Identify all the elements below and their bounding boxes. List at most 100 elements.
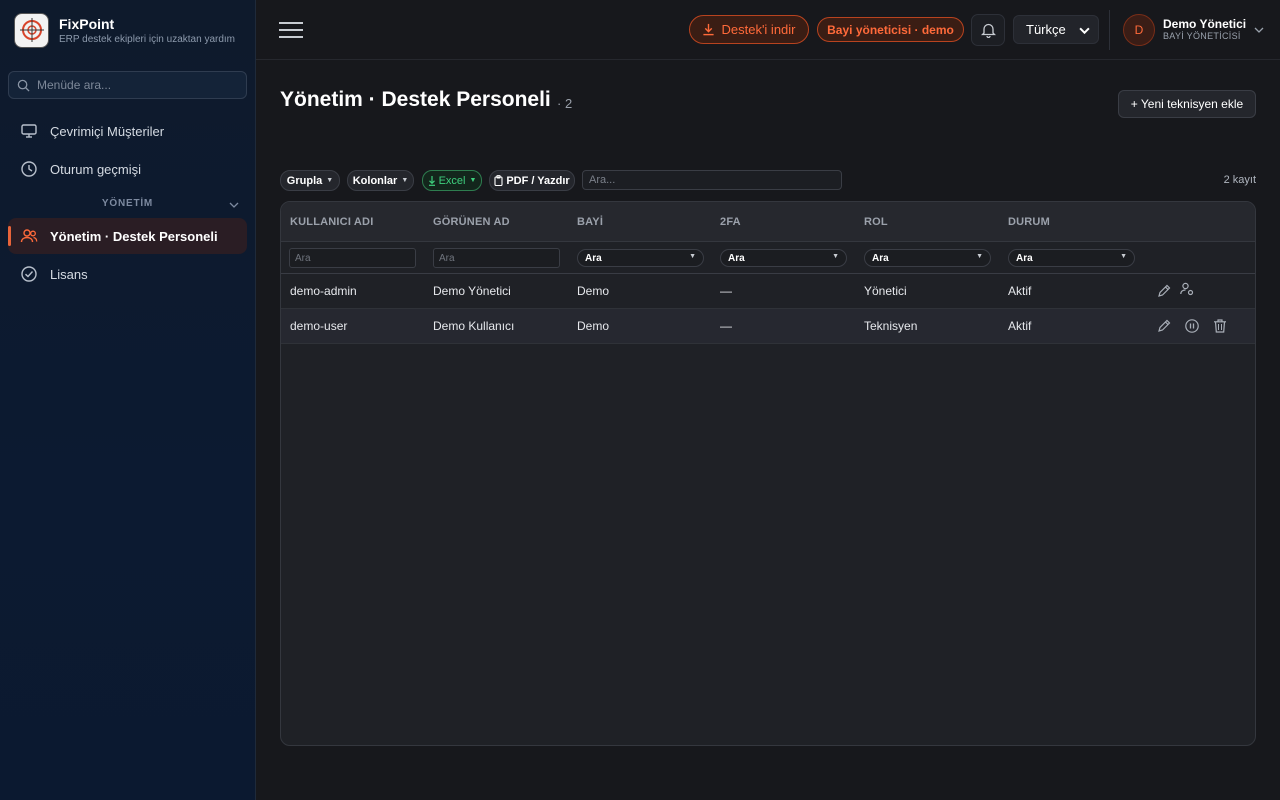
caret-down-icon: ▼ bbox=[1120, 253, 1127, 260]
cell-2fa: — bbox=[720, 319, 732, 333]
caret-down-icon: ▼ bbox=[689, 253, 696, 260]
column-header-display-name[interactable]: GÖRÜNEN AD bbox=[433, 216, 510, 228]
user-settings-icon[interactable] bbox=[1179, 281, 1195, 297]
filter-dealer-select[interactable]: Ara ▼ bbox=[577, 249, 704, 267]
caret-down-icon: ▼ bbox=[401, 177, 409, 184]
cell-dealer: Demo bbox=[577, 319, 610, 333]
caret-down-icon: ▼ bbox=[326, 177, 334, 184]
page-title: Yönetim · Destek Personeli bbox=[280, 88, 551, 111]
user-name: Demo Yönetici bbox=[1163, 17, 1247, 31]
filter-2fa-select[interactable]: Ara ▼ bbox=[720, 249, 847, 267]
menu-search[interactable] bbox=[8, 71, 247, 99]
section-label: YÖNETİM bbox=[101, 198, 154, 209]
role-badge-label: Bayi yöneticisi · demo bbox=[827, 22, 954, 37]
sidebar-item-license[interactable]: Lisans bbox=[8, 256, 247, 292]
sidebar-section-admin[interactable]: YÖNETİM bbox=[8, 198, 247, 214]
clipboard-icon bbox=[494, 175, 503, 186]
group-button[interactable]: Grupla ▼ bbox=[280, 170, 340, 191]
select-label: Ara bbox=[1016, 252, 1033, 264]
edit-icon[interactable] bbox=[1156, 283, 1172, 299]
cell-display-name: Demo Kullanıcı bbox=[433, 319, 515, 333]
filter-username-input[interactable] bbox=[289, 248, 416, 268]
pause-circle-icon[interactable] bbox=[1184, 318, 1200, 334]
table-search-input[interactable] bbox=[582, 170, 842, 190]
filter-row: Ara ▼ Ara ▼ Ara ▼ Ara ▼ bbox=[281, 242, 1255, 274]
download-label: Destek'i indir bbox=[721, 22, 796, 37]
table-header: KULLANICI ADI GÖRÜNEN AD BAYİ 2FA ROL DU… bbox=[281, 202, 1255, 242]
record-count: 2 kayıt bbox=[1223, 174, 1256, 186]
column-header-2fa[interactable]: 2FA bbox=[720, 216, 741, 228]
caret-down-icon: ▼ bbox=[469, 177, 477, 184]
chevron-down-icon bbox=[1254, 25, 1264, 35]
avatar: D bbox=[1123, 14, 1155, 46]
columns-button[interactable]: Kolonlar ▼ bbox=[347, 170, 414, 191]
divider bbox=[1109, 10, 1110, 50]
column-header-dealer[interactable]: BAYİ bbox=[577, 216, 603, 228]
cell-status: Aktif bbox=[1008, 319, 1032, 333]
brand-name: FixPoint bbox=[59, 16, 115, 32]
columns-label: Kolonlar bbox=[352, 174, 398, 187]
trash-icon[interactable] bbox=[1212, 318, 1228, 334]
sidebar: FixPoint ERP destek ekipleri için uzakta… bbox=[0, 0, 256, 800]
filter-status-select[interactable]: Ara ▼ bbox=[1008, 249, 1135, 267]
cell-username: demo-admin bbox=[290, 284, 357, 298]
user-role: BAYİ YÖNETİCİSİ bbox=[1163, 31, 1241, 41]
edit-icon[interactable] bbox=[1156, 318, 1172, 334]
select-label: Ara bbox=[872, 252, 889, 264]
chevron-down-icon bbox=[1079, 25, 1090, 36]
brand-subtitle: ERP destek ekipleri için uzaktan yardım bbox=[59, 34, 236, 45]
check-circle-icon bbox=[20, 265, 38, 283]
excel-label: Excel bbox=[438, 174, 466, 187]
dealer-role-badge: Bayi yöneticisi · demo bbox=[817, 17, 964, 42]
cell-status: Aktif bbox=[1008, 284, 1032, 298]
sidebar-item-session-history[interactable]: Oturum geçmişi bbox=[8, 151, 247, 187]
filter-role-select[interactable]: Ara ▼ bbox=[864, 249, 991, 267]
topbar: Destek'i indir Bayi yöneticisi · demo Tü… bbox=[256, 0, 1280, 60]
chevron-down-icon bbox=[229, 200, 239, 210]
users-icon bbox=[20, 227, 38, 245]
cell-role: Yönetici bbox=[864, 284, 907, 298]
cell-display-name: Demo Yönetici bbox=[433, 284, 511, 298]
pdf-label: PDF / Yazdır bbox=[506, 174, 570, 187]
sidebar-item-label: Yönetim · Destek Personeli bbox=[50, 228, 218, 244]
caret-down-icon: ▼ bbox=[832, 253, 839, 260]
sidebar-item-label: Oturum geçmişi bbox=[50, 161, 142, 177]
language-select[interactable]: Türkçe bbox=[1013, 15, 1099, 44]
sidebar-item-online-customers[interactable]: Çevrimiçi Müşteriler bbox=[8, 113, 247, 149]
notifications-button[interactable] bbox=[971, 14, 1005, 46]
column-header-role[interactable]: ROL bbox=[864, 216, 888, 228]
cell-role: Teknisyen bbox=[864, 319, 918, 333]
monitor-icon bbox=[20, 122, 38, 140]
sidebar-item-support-staff[interactable]: Yönetim · Destek Personeli bbox=[8, 218, 247, 254]
sidebar-item-label: Çevrimiçi Müşteriler bbox=[50, 123, 165, 139]
filter-display-name-input[interactable] bbox=[433, 248, 560, 268]
caret-down-icon: ▼ bbox=[976, 253, 983, 260]
user-menu[interactable]: D Demo Yönetici BAYİ YÖNETİCİSİ bbox=[1123, 14, 1264, 46]
column-header-username[interactable]: KULLANICI ADI bbox=[290, 216, 373, 228]
table-row[interactable]: demo-admin Demo Yönetici Demo — Yönetici… bbox=[281, 274, 1255, 309]
staff-table: KULLANICI ADI GÖRÜNEN AD BAYİ 2FA ROL DU… bbox=[280, 201, 1256, 746]
download-icon bbox=[702, 23, 715, 36]
table-row[interactable]: demo-user Demo Kullanıcı Demo — Teknisye… bbox=[281, 309, 1255, 344]
download-icon bbox=[428, 175, 436, 186]
add-technician-button[interactable]: + Yeni teknisyen ekle bbox=[1118, 90, 1256, 118]
pdf-print-button[interactable]: PDF / Yazdır bbox=[489, 170, 575, 191]
download-support-button[interactable]: Destek'i indir bbox=[689, 15, 809, 44]
menu-search-input[interactable] bbox=[37, 78, 237, 92]
fixpoint-logo-icon bbox=[14, 13, 49, 48]
select-label: Ara bbox=[585, 252, 602, 264]
cell-username: demo-user bbox=[290, 319, 348, 333]
brand[interactable]: FixPoint ERP destek ekipleri için uzakta… bbox=[14, 13, 235, 48]
excel-export-button[interactable]: Excel ▼ bbox=[422, 170, 482, 191]
clock-icon bbox=[20, 160, 38, 178]
group-label: Grupla bbox=[286, 174, 323, 187]
select-label: Ara bbox=[728, 252, 745, 264]
cell-2fa: — bbox=[720, 284, 732, 298]
bell-icon bbox=[980, 22, 996, 38]
sidebar-item-label: Lisans bbox=[50, 266, 88, 282]
search-icon bbox=[17, 79, 30, 92]
language-value: Türkçe bbox=[1026, 22, 1066, 37]
menu-toggle-icon[interactable] bbox=[278, 18, 304, 42]
column-header-status[interactable]: DURUM bbox=[1008, 216, 1050, 228]
cell-dealer: Demo bbox=[577, 284, 610, 298]
